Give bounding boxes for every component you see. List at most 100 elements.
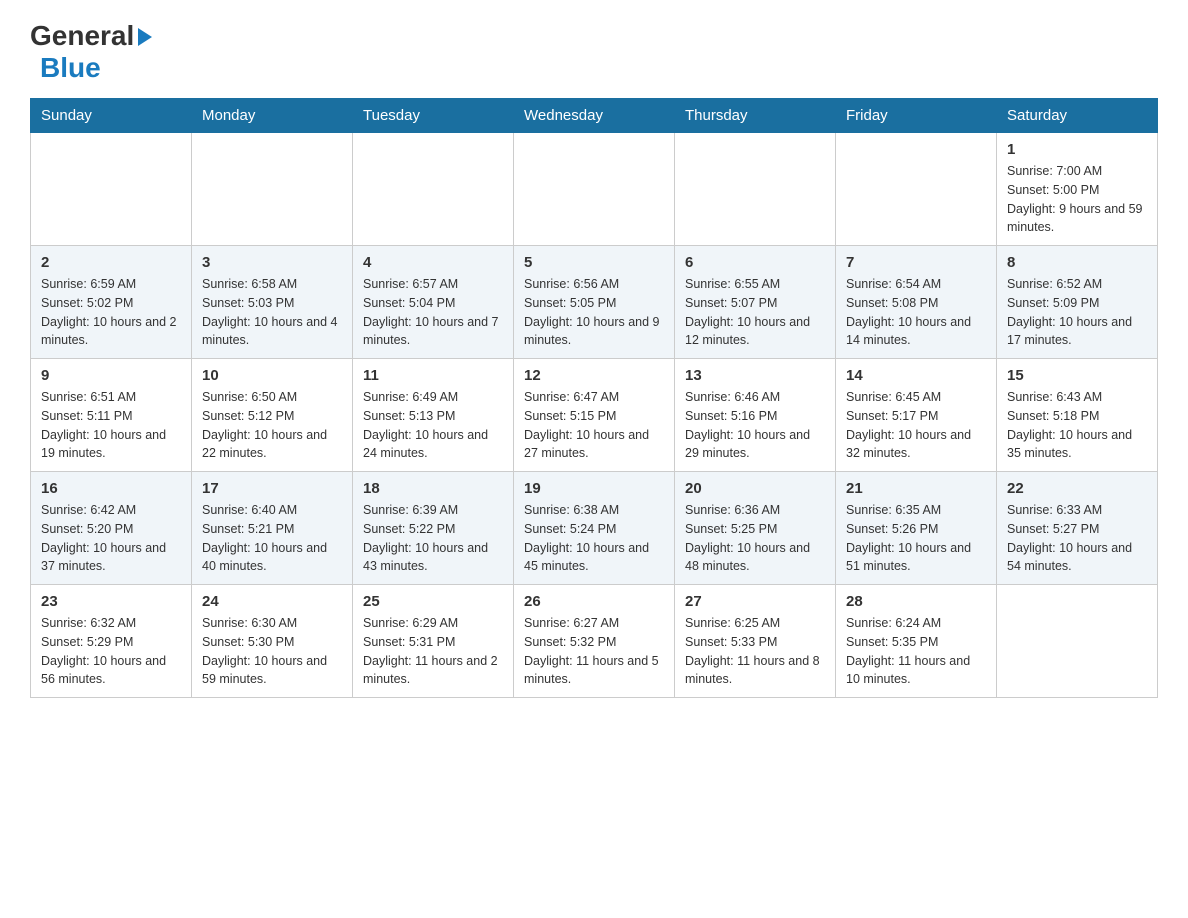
calendar-cell: 23 Sunrise: 6:32 AM Sunset: 5:29 PM Dayli… (31, 585, 192, 698)
calendar-cell: 17Sunrise: 6:40 AM Sunset: 5:21 PM Dayli… (192, 472, 353, 585)
day-info: Sunrise: 6:39 AM Sunset: 5:22 PM Dayligh… (363, 501, 503, 576)
day-info: Sunrise: 6:49 AM Sunset: 5:13 PM Dayligh… (363, 388, 503, 463)
day-number: 27 (685, 593, 825, 610)
day-number: 24 (202, 593, 342, 610)
day-number: 21 (846, 480, 986, 497)
day-number: 13 (685, 367, 825, 384)
calendar-cell: 27 Sunrise: 6:25 AM Sunset: 5:33 PM Dayli… (675, 585, 836, 698)
calendar-cell: 7 Sunrise: 6:54 AM Sunset: 5:08 PM Daylig… (836, 246, 997, 359)
calendar-cell (514, 133, 675, 246)
calendar-cell (192, 133, 353, 246)
calendar-cell: 28 Sunrise: 6:24 AM Sunset: 5:35 PM Dayli… (836, 585, 997, 698)
day-number: 20 (685, 480, 825, 497)
logo: General Blue (30, 20, 152, 84)
calendar-cell (997, 585, 1158, 698)
calendar-cell: 4Sunrise: 6:57 AM Sunset: 5:04 PM Daylig… (353, 246, 514, 359)
day-number: 17 (202, 480, 342, 497)
day-number: 14 (846, 367, 986, 384)
calendar-cell: 2 Sunrise: 6:59 AM Sunset: 5:02 PM Daylig… (31, 246, 192, 359)
day-info: Sunrise: 6:42 AM Sunset: 5:20 PM Dayligh… (41, 501, 181, 576)
calendar-week-row: 9Sunrise: 6:51 AM Sunset: 5:11 PM Daylig… (31, 359, 1158, 472)
calendar-cell: 3 Sunrise: 6:58 AM Sunset: 5:03 PM Daylig… (192, 246, 353, 359)
day-number: 8 (1007, 254, 1147, 271)
calendar-cell: 5 Sunrise: 6:56 AM Sunset: 5:05 PM Daylig… (514, 246, 675, 359)
calendar-week-row: 23 Sunrise: 6:32 AM Sunset: 5:29 PM Dayli… (31, 585, 1158, 698)
calendar-cell: 8 Sunrise: 6:52 AM Sunset: 5:09 PM Daylig… (997, 246, 1158, 359)
calendar-cell: 19 Sunrise: 6:38 AM Sunset: 5:24 PM Dayli… (514, 472, 675, 585)
calendar-cell (31, 133, 192, 246)
day-number: 12 (524, 367, 664, 384)
day-number: 22 (1007, 480, 1147, 497)
day-number: 9 (41, 367, 181, 384)
calendar-cell: 15Sunrise: 6:43 AM Sunset: 5:18 PM Dayli… (997, 359, 1158, 472)
calendar-cell: 20 Sunrise: 6:36 AM Sunset: 5:25 PM Dayli… (675, 472, 836, 585)
calendar-cell: 9Sunrise: 6:51 AM Sunset: 5:11 PM Daylig… (31, 359, 192, 472)
day-info: Sunrise: 6:55 AM Sunset: 5:07 PM Dayligh… (685, 275, 825, 350)
day-number: 26 (524, 593, 664, 610)
calendar-cell: 13Sunrise: 6:46 AM Sunset: 5:16 PM Dayli… (675, 359, 836, 472)
page-header: General Blue (30, 20, 1158, 84)
day-number: 6 (685, 254, 825, 271)
day-info: Sunrise: 6:58 AM Sunset: 5:03 PM Dayligh… (202, 275, 342, 350)
day-info: Sunrise: 6:36 AM Sunset: 5:25 PM Dayligh… (685, 501, 825, 576)
calendar-cell: 12 Sunrise: 6:47 AM Sunset: 5:15 PM Dayli… (514, 359, 675, 472)
day-number: 4 (363, 254, 503, 271)
day-of-week-header: Saturday (997, 99, 1158, 133)
day-number: 16 (41, 480, 181, 497)
day-info: Sunrise: 6:30 AM Sunset: 5:30 PM Dayligh… (202, 614, 342, 689)
calendar-cell: 14 Sunrise: 6:45 AM Sunset: 5:17 PM Dayli… (836, 359, 997, 472)
day-of-week-header: Wednesday (514, 99, 675, 133)
calendar-cell: 1 Sunrise: 7:00 AM Sunset: 5:00 PM Daylig… (997, 133, 1158, 246)
calendar-cell: 25 Sunrise: 6:29 AM Sunset: 5:31 PM Dayli… (353, 585, 514, 698)
day-info: Sunrise: 6:59 AM Sunset: 5:02 PM Dayligh… (41, 275, 181, 350)
calendar-week-row: 2 Sunrise: 6:59 AM Sunset: 5:02 PM Daylig… (31, 246, 1158, 359)
day-info: Sunrise: 6:45 AM Sunset: 5:17 PM Dayligh… (846, 388, 986, 463)
day-number: 1 (1007, 141, 1147, 158)
day-number: 25 (363, 593, 503, 610)
calendar-cell: 16 Sunrise: 6:42 AM Sunset: 5:20 PM Dayli… (31, 472, 192, 585)
day-info: Sunrise: 6:52 AM Sunset: 5:09 PM Dayligh… (1007, 275, 1147, 350)
day-number: 7 (846, 254, 986, 271)
day-info: Sunrise: 7:00 AM Sunset: 5:00 PM Dayligh… (1007, 162, 1147, 237)
day-info: Sunrise: 6:29 AM Sunset: 5:31 PM Dayligh… (363, 614, 503, 689)
calendar-header-row: SundayMondayTuesdayWednesdayThursdayFrid… (31, 99, 1158, 133)
day-number: 23 (41, 593, 181, 610)
calendar-week-row: 16 Sunrise: 6:42 AM Sunset: 5:20 PM Dayli… (31, 472, 1158, 585)
day-number: 18 (363, 480, 503, 497)
logo-general-word: General (30, 20, 134, 52)
day-info: Sunrise: 6:24 AM Sunset: 5:35 PM Dayligh… (846, 614, 986, 689)
day-number: 28 (846, 593, 986, 610)
day-number: 11 (363, 367, 503, 384)
day-info: Sunrise: 6:35 AM Sunset: 5:26 PM Dayligh… (846, 501, 986, 576)
day-number: 3 (202, 254, 342, 271)
calendar-cell: 26 Sunrise: 6:27 AM Sunset: 5:32 PM Dayli… (514, 585, 675, 698)
calendar-cell: 10Sunrise: 6:50 AM Sunset: 5:12 PM Dayli… (192, 359, 353, 472)
day-number: 2 (41, 254, 181, 271)
day-info: Sunrise: 6:38 AM Sunset: 5:24 PM Dayligh… (524, 501, 664, 576)
calendar-cell: 6 Sunrise: 6:55 AM Sunset: 5:07 PM Daylig… (675, 246, 836, 359)
logo-arrow-icon (138, 28, 152, 46)
day-of-week-header: Monday (192, 99, 353, 133)
day-of-week-header: Sunday (31, 99, 192, 133)
day-info: Sunrise: 6:32 AM Sunset: 5:29 PM Dayligh… (41, 614, 181, 689)
day-info: Sunrise: 6:33 AM Sunset: 5:27 PM Dayligh… (1007, 501, 1147, 576)
calendar-cell: 11 Sunrise: 6:49 AM Sunset: 5:13 PM Dayli… (353, 359, 514, 472)
day-number: 5 (524, 254, 664, 271)
calendar-cell: 22 Sunrise: 6:33 AM Sunset: 5:27 PM Dayli… (997, 472, 1158, 585)
calendar-cell: 18 Sunrise: 6:39 AM Sunset: 5:22 PM Dayli… (353, 472, 514, 585)
calendar-cell: 21 Sunrise: 6:35 AM Sunset: 5:26 PM Dayli… (836, 472, 997, 585)
day-info: Sunrise: 6:54 AM Sunset: 5:08 PM Dayligh… (846, 275, 986, 350)
day-number: 19 (524, 480, 664, 497)
day-info: Sunrise: 6:47 AM Sunset: 5:15 PM Dayligh… (524, 388, 664, 463)
calendar-cell (836, 133, 997, 246)
day-number: 15 (1007, 367, 1147, 384)
calendar-cell (353, 133, 514, 246)
day-number: 10 (202, 367, 342, 384)
calendar-table: SundayMondayTuesdayWednesdayThursdayFrid… (30, 98, 1158, 698)
day-info: Sunrise: 6:25 AM Sunset: 5:33 PM Dayligh… (685, 614, 825, 689)
day-of-week-header: Tuesday (353, 99, 514, 133)
logo-blue-word: Blue (40, 52, 101, 83)
day-info: Sunrise: 6:56 AM Sunset: 5:05 PM Dayligh… (524, 275, 664, 350)
day-info: Sunrise: 6:27 AM Sunset: 5:32 PM Dayligh… (524, 614, 664, 689)
calendar-cell: 24 Sunrise: 6:30 AM Sunset: 5:30 PM Dayli… (192, 585, 353, 698)
